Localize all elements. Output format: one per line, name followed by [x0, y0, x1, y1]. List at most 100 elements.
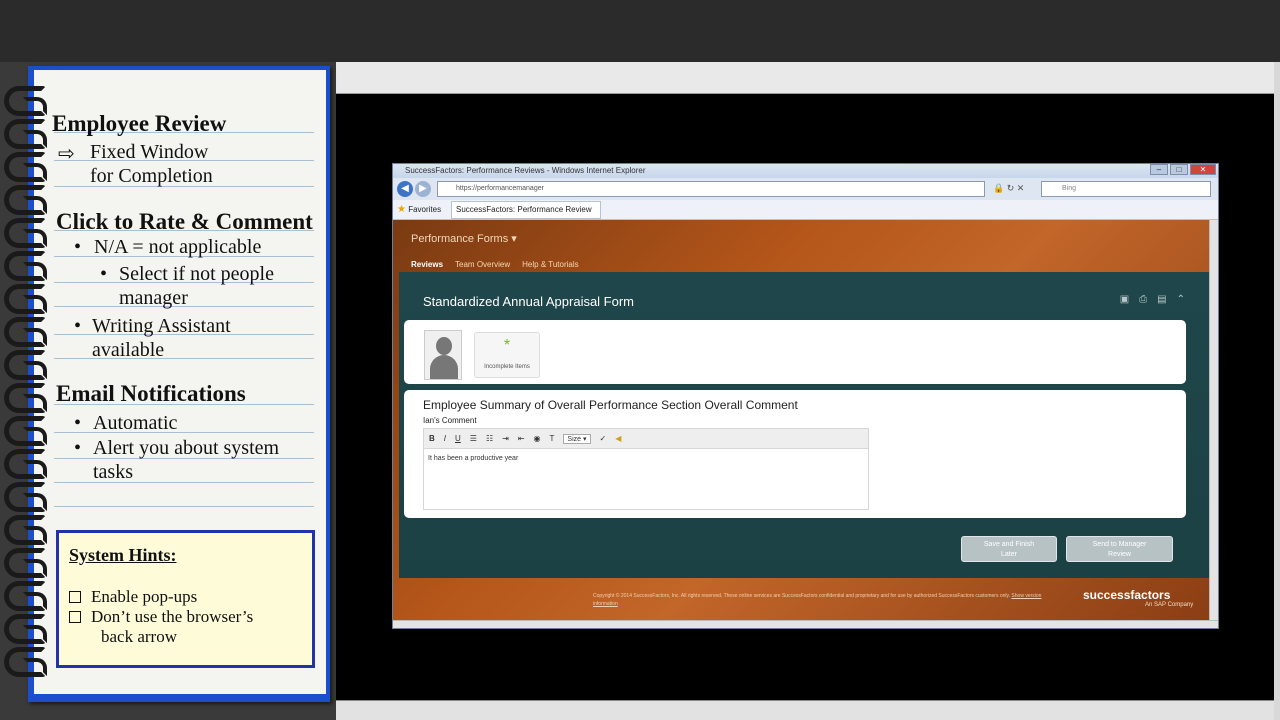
ruled-line — [54, 506, 314, 507]
format-icon[interactable]: T — [550, 434, 555, 443]
bullet-text: Alert you about system — [93, 437, 280, 459]
window-controls: – □ ✕ — [1150, 164, 1216, 176]
lock-icon: 🔒 — [993, 183, 1005, 193]
binder-ring-icon — [4, 350, 47, 380]
nav-team-overview[interactable]: Team Overview — [455, 260, 510, 269]
bullet-text: N/A = not applicable — [94, 236, 262, 258]
binder-ring-icon — [4, 449, 47, 479]
form-actions: ▣ ⎙ ▤ ⌃ — [1120, 294, 1185, 305]
bullet-text: available — [92, 339, 165, 361]
writing-assistant-icon[interactable]: ◀ — [615, 434, 621, 443]
vertical-scrollbar[interactable] — [1209, 220, 1218, 620]
page-content: Performance Forms ▾ Reviews Team Overvie… — [393, 220, 1211, 620]
binder-ring-icon — [4, 515, 47, 545]
binder-ring-icon — [4, 416, 47, 446]
binder-ring-icon — [4, 119, 47, 149]
forward-button[interactable]: ▶ — [415, 181, 431, 197]
spellcheck-icon[interactable]: ✓ — [600, 434, 607, 443]
address-bar[interactable]: https://performancemanager — [437, 181, 985, 197]
logo-subtitle: An SAP Company — [1145, 602, 1194, 608]
search-box[interactable]: Bing — [1041, 181, 1211, 197]
hint-item: Don’t use the browser’s — [69, 607, 253, 627]
performance-forms-menu[interactable]: Performance Forms ▾ — [411, 232, 517, 245]
editor-toolbar: B I U ☰ ☷ ⇥ ⇤ ◉ T Size ▾ ✓ ◀ — [424, 429, 868, 449]
system-hints-box: System Hints: Enable pop-ups Don’t use t… — [56, 530, 315, 668]
app-nav: Reviews Team Overview Help & Tutorials — [411, 260, 579, 269]
maximize-button[interactable]: □ — [1170, 164, 1188, 175]
binder-ring-icon — [4, 647, 47, 677]
favorites-bar: ★ Favorites SuccessFactors: Performance … — [393, 200, 1218, 220]
binder-ring-icon — [4, 218, 47, 248]
binder-ring-icon — [4, 614, 47, 644]
button-label: Later — [1001, 551, 1017, 558]
outdent-icon[interactable]: ⇤ — [518, 434, 525, 443]
link-icon[interactable]: ◉ — [534, 434, 541, 443]
player-bottom-strip — [336, 700, 1280, 720]
section-title-email-notifications: Email Notifications — [56, 381, 246, 406]
button-label: Review — [1108, 551, 1131, 558]
bullet-list-icon[interactable]: ☷ — [486, 434, 493, 443]
comment-editor[interactable]: B I U ☰ ☷ ⇥ ⇤ ◉ T Size ▾ ✓ ◀ It has been… — [423, 428, 869, 510]
nav-reviews[interactable]: Reviews — [411, 260, 443, 269]
print-icon[interactable]: ⎙ — [1139, 294, 1147, 305]
arrow-icon: ⇨ — [58, 143, 75, 165]
comment-section: Employee Summary of Overall Performance … — [404, 390, 1186, 518]
top-bar — [0, 0, 1280, 62]
minimize-button[interactable]: – — [1150, 164, 1168, 175]
system-hints-title: System Hints: — [69, 545, 177, 565]
asterisk-icon: * — [503, 337, 511, 354]
bold-icon[interactable]: B — [429, 434, 435, 443]
hint-text: back arrow — [101, 627, 177, 646]
checkbox-icon — [69, 591, 81, 603]
bullet-dot: • — [100, 263, 108, 285]
section-title: Employee Summary of Overall Performance … — [423, 398, 798, 412]
binder-ring-icon — [4, 86, 47, 116]
player-top-strip — [336, 62, 1280, 94]
address-actions: 🔒 ↻ ✕ — [993, 183, 1024, 194]
notebook-rings — [4, 86, 48, 686]
right-edge — [1274, 62, 1280, 720]
star-icon: ★ — [397, 204, 406, 215]
nav-help-tutorials[interactable]: Help & Tutorials — [522, 260, 578, 269]
bullet-text: for Completion — [90, 165, 213, 187]
comment-text: It has been a productive year — [428, 455, 519, 462]
document-icon[interactable]: ▤ — [1157, 294, 1166, 305]
copyright: Copyright © 2014 SuccessFactors, Inc. Al… — [593, 592, 1053, 608]
hint-item: Enable pop-ups — [69, 587, 197, 607]
collapse-icon[interactable]: ⌃ — [1177, 294, 1185, 305]
bullet-dot: • — [74, 412, 82, 434]
back-button[interactable]: ◀ — [397, 181, 413, 197]
refresh-icon[interactable]: ↻ — [1007, 183, 1015, 193]
favorites-button[interactable]: ★ Favorites — [397, 204, 441, 215]
comment-label: Ian's Comment — [423, 416, 477, 425]
close-window-button[interactable]: ✕ — [1190, 164, 1216, 175]
size-label: Size — [567, 435, 582, 443]
numbered-list-icon[interactable]: ☰ — [470, 434, 477, 443]
save-finish-later-button[interactable]: Save and Finish Later — [961, 536, 1057, 562]
form-title: Standardized Annual Appraisal Form — [423, 294, 635, 309]
incomplete-items[interactable]: * Incomplete Items — [474, 332, 540, 378]
incomplete-items-label: Incomplete Items — [484, 364, 530, 370]
bullet-text: tasks — [93, 461, 133, 483]
binder-ring-icon — [4, 152, 47, 182]
underline-icon[interactable]: U — [455, 434, 461, 443]
hint-text: Enable pop-ups — [91, 587, 198, 606]
successfactors-logo: successfactors — [1083, 588, 1171, 602]
italic-icon[interactable]: I — [444, 434, 446, 443]
size-select[interactable]: Size ▾ — [563, 433, 591, 444]
browser-window: SuccessFactors: Performance Reviews - Wi… — [392, 163, 1219, 629]
browser-tab[interactable]: SuccessFactors: Performance Review — [451, 201, 601, 219]
save-icon[interactable]: ▣ — [1120, 294, 1129, 305]
binder-ring-icon — [4, 185, 47, 215]
binder-ring-icon — [4, 284, 47, 314]
avatar — [424, 330, 462, 380]
indent-icon[interactable]: ⇥ — [502, 434, 509, 443]
horizontal-scrollbar[interactable] — [393, 620, 1218, 628]
bullet-dot: • — [74, 437, 82, 459]
button-label: Save and Finish — [983, 541, 1035, 548]
bullet-dot: • — [74, 315, 82, 337]
employee-card: * Incomplete Items — [404, 320, 1186, 384]
send-to-manager-button[interactable]: Send to Manager Review — [1066, 536, 1173, 562]
bullet-text: Automatic — [93, 412, 178, 434]
stop-icon[interactable]: ✕ — [1017, 183, 1025, 193]
